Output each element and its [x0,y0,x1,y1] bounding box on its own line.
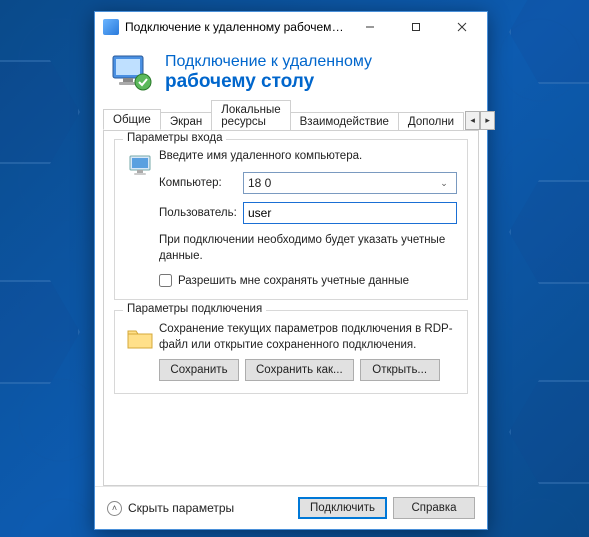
computer-icon [125,150,159,287]
app-icon [103,19,119,35]
help-button[interactable]: Справка [393,497,475,519]
tab-scroll-left[interactable]: ◂ [465,111,480,130]
save-button[interactable]: Сохранить [159,359,239,381]
minimize-button[interactable] [347,12,393,41]
header-line1: Подключение к удаленному [165,53,372,71]
close-button[interactable] [439,12,485,41]
titlebar[interactable]: Подключение к удаленному рабочему с... [95,12,487,42]
tab-advanced[interactable]: Дополни [398,112,464,131]
dialog-header: Подключение к удаленному рабочему столу [95,42,487,106]
save-credentials-row[interactable]: Разрешить мне сохранять учетные данные [159,274,457,287]
login-group-title: Параметры входа [123,132,226,144]
username-input[interactable] [243,202,457,224]
tab-panel-general: Параметры входа Введите имя удаленного к… [103,130,479,486]
computer-value: 18 0 [248,176,436,190]
header-line2: рабочему столу [165,71,372,93]
login-settings-group: Параметры входа Введите имя удаленного к… [114,139,468,300]
credentials-note: При подключении необходимо будет указать… [159,232,457,264]
connect-button[interactable]: Подключить [298,497,387,519]
conn-group-title: Параметры подключения [123,303,266,315]
tab-display[interactable]: Экран [160,112,212,131]
maximize-button[interactable] [393,12,439,41]
hide-options-label: Скрыть параметры [128,501,234,515]
rdp-header-icon [111,52,153,94]
save-as-button[interactable]: Сохранить как... [245,359,354,381]
login-intro: Введите имя удаленного компьютера. [159,150,457,162]
user-label: Пользователь: [159,207,243,219]
rdp-dialog: Подключение к удаленному рабочему с... [94,11,488,530]
save-credentials-label: Разрешить мне сохранять учетные данные [178,275,409,287]
window-title: Подключение к удаленному рабочему с... [125,20,347,34]
hide-options-toggle[interactable]: ˄ Скрыть параметры [107,501,234,516]
folder-icon [125,321,159,381]
tab-strip: Общие Экран Локальные ресурсы Взаимодейс… [95,106,487,130]
chevron-up-icon: ˄ [107,501,122,516]
tab-general[interactable]: Общие [103,109,161,130]
tab-scroll-right[interactable]: ▸ [480,111,495,130]
chevron-down-icon: ⌄ [436,173,452,193]
save-credentials-checkbox[interactable] [159,274,172,287]
dialog-footer: ˄ Скрыть параметры Подключить Справка [95,486,487,529]
open-button[interactable]: Открыть... [360,359,440,381]
conn-desc: Сохранение текущих параметров подключени… [159,321,457,353]
tab-experience[interactable]: Взаимодействие [290,112,399,131]
computer-label: Компьютер: [159,177,243,189]
connection-settings-group: Параметры подключения Сохранение текущих… [114,310,468,394]
tab-local-resources[interactable]: Локальные ресурсы [211,100,290,131]
computer-combobox[interactable]: 18 0 ⌄ [243,172,457,194]
